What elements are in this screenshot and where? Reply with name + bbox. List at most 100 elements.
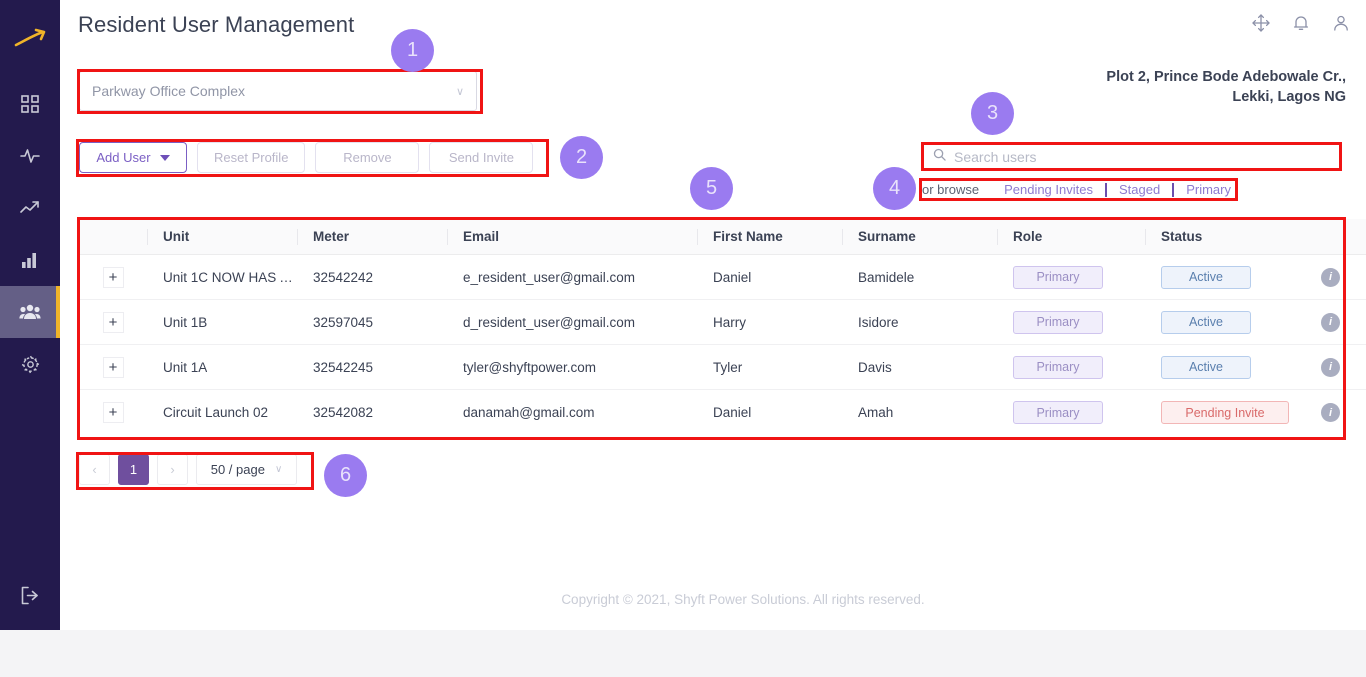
info-icon[interactable]: i	[1321, 403, 1340, 422]
annotation-marker-1: 1	[391, 29, 434, 72]
cell-unit: Unit 1C NOW HAS A …	[147, 255, 297, 300]
row-expand-cell: +	[79, 345, 147, 390]
browse-filters: or browse Pending Invites Staged Primary	[922, 180, 1243, 199]
search-box[interactable]	[923, 143, 1340, 170]
role-badge: Primary	[1013, 265, 1103, 289]
annotation-marker-5: 5	[690, 167, 733, 210]
status-badge: Active	[1161, 355, 1251, 379]
role-badge: Primary	[1013, 310, 1103, 334]
browse-link-staged[interactable]: Staged	[1107, 182, 1172, 197]
cell-surname: Isidore	[858, 314, 899, 330]
browse-link-primary[interactable]: Primary	[1174, 182, 1243, 197]
row-expand-cell: +	[79, 255, 147, 300]
table-header-meter[interactable]: Meter	[297, 219, 447, 255]
cell-first-name: Daniel	[713, 269, 752, 285]
info-icon[interactable]: i	[1321, 267, 1340, 287]
table-header-surname[interactable]: Surname	[842, 219, 997, 255]
bar-chart-icon	[21, 251, 39, 269]
logout-icon	[20, 586, 40, 605]
row-expand-cell: +	[79, 300, 147, 345]
info-icon[interactable]: i	[1321, 312, 1340, 332]
cell-email: e_resident_user@gmail.com	[463, 269, 636, 285]
sidebar-item-users[interactable]	[0, 286, 60, 338]
annotation-marker-3: 3	[971, 92, 1014, 135]
cell-info: i	[1295, 345, 1366, 390]
address-line-1: Plot 2, Prince Bode Adebowale Cr.,	[1106, 69, 1346, 85]
cell-unit: Unit 1A	[147, 345, 297, 390]
cell-first-name: Tyler	[713, 359, 743, 375]
user-icon[interactable]	[1332, 14, 1350, 32]
trending-up-icon	[20, 200, 40, 216]
browse-link-pending-invites[interactable]: Pending Invites	[992, 182, 1105, 197]
page-size-value: 50 / page	[210, 462, 265, 477]
table-row[interactable]: + Unit 1B 32597045 d_resident_user@gmail.co…	[79, 300, 1366, 345]
pagination-next-button[interactable]: ›	[157, 454, 188, 485]
cell-unit: Circuit Launch 02	[147, 390, 297, 435]
browse-label: or browse	[922, 182, 980, 197]
sidebar-item-logout[interactable]	[0, 560, 60, 630]
cell-surname: Amah	[858, 405, 894, 420]
pagination: ‹ 1 › 50 / page ∨	[79, 454, 297, 485]
send-invite-button[interactable]: Send Invite	[429, 142, 534, 173]
expand-row-button[interactable]: +	[102, 356, 124, 378]
status-badge: Active	[1161, 265, 1251, 289]
pagination-prev-button[interactable]: ‹	[79, 454, 110, 485]
add-user-button[interactable]: Add User	[79, 142, 187, 173]
table-row[interactable]: + Unit 1C NOW HAS A … 32542242 e_resident_u…	[79, 255, 1366, 300]
cell-role: Primary	[997, 300, 1145, 345]
expand-row-button[interactable]: +	[102, 402, 124, 423]
sidebar-item-trends[interactable]	[0, 182, 60, 234]
table-header-status[interactable]: Status	[1145, 219, 1295, 255]
table-row[interactable]: + Circuit Launch 02 32542082 danamah@gmail.…	[79, 390, 1366, 435]
cell-role: Primary	[997, 345, 1145, 390]
search-icon	[933, 148, 946, 166]
cell-unit-text: Circuit Launch 02	[163, 405, 269, 420]
sidebar-item-activity[interactable]	[0, 130, 60, 182]
move-icon[interactable]	[1252, 14, 1270, 32]
table-row[interactable]: + Unit 1A 32542245 tyler@shyftpower.com Tyle…	[79, 345, 1366, 390]
cell-surname: Davis	[858, 359, 892, 375]
page-title: Resident User Management	[78, 12, 355, 37]
table-header-unit[interactable]: Unit	[147, 219, 297, 255]
table-header-info	[1295, 219, 1366, 255]
status-badge: Active	[1161, 310, 1251, 334]
sidebar-item-settings[interactable]	[0, 338, 60, 390]
cell-email: tyler@shyftpower.com	[463, 359, 596, 375]
users-icon	[19, 303, 41, 321]
page-size-select[interactable]: 50 / page ∨	[196, 454, 297, 485]
site-select-dropdown[interactable]: Parkway Office Complex ∨	[79, 71, 477, 111]
site-select-value: Parkway Office Complex	[92, 83, 246, 99]
table-header-role[interactable]: Role	[997, 219, 1145, 255]
search-input[interactable]	[954, 148, 1330, 165]
action-toolbar: Add User Reset Profile Remove Send Invit…	[79, 142, 534, 173]
cell-role: Primary	[997, 255, 1145, 300]
cell-unit-text: Unit 1B	[163, 314, 208, 330]
pagination-page-1[interactable]: 1	[118, 454, 149, 485]
remove-button[interactable]: Remove	[315, 142, 420, 173]
chevron-down-icon: ∨	[274, 464, 283, 475]
table-body: + Unit 1C NOW HAS A … 32542242 e_resident_u…	[79, 255, 1366, 435]
sidebar-item-reports[interactable]	[0, 234, 60, 286]
cell-info: i	[1295, 255, 1366, 300]
cell-role: Primary	[997, 390, 1145, 435]
table-header-email[interactable]: Email	[447, 219, 697, 255]
info-icon[interactable]: i	[1321, 357, 1340, 377]
bell-icon[interactable]	[1292, 14, 1310, 32]
expand-row-button[interactable]: +	[102, 311, 124, 333]
row-expand-cell: +	[79, 390, 147, 435]
cell-unit-text: Unit 1A	[163, 359, 208, 375]
cell-meter: 32542245	[313, 359, 374, 375]
annotation-marker-4: 4	[873, 167, 916, 210]
app-window: Resident User Management Parkway Office …	[0, 0, 1366, 677]
chevron-down-icon: ∨	[455, 85, 464, 98]
pulse-icon	[20, 147, 40, 165]
reset-profile-button[interactable]: Reset Profile	[197, 142, 306, 173]
expand-row-button[interactable]: +	[102, 266, 124, 288]
status-badge: Pending Invite	[1161, 401, 1289, 424]
cell-status: Active	[1145, 300, 1295, 345]
table-header-first-name[interactable]: First Name	[697, 219, 842, 255]
cell-first-name: Harry	[713, 314, 746, 330]
sidebar-item-dashboard[interactable]	[0, 78, 60, 130]
arrow-logo-icon	[14, 28, 46, 50]
app-logo[interactable]	[0, 0, 60, 78]
